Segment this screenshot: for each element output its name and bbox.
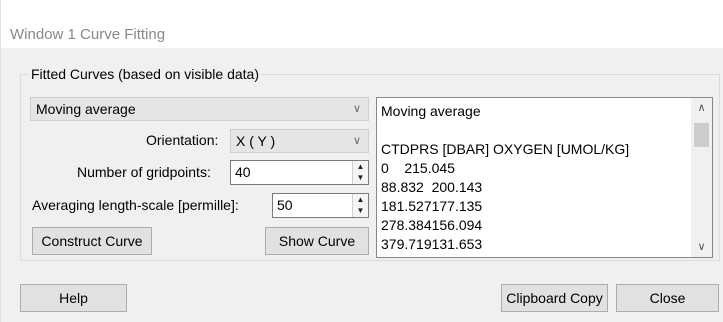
fit-output-textarea[interactable]: Moving average CTDPRS [DBAR] OXYGEN [UMO…: [376, 97, 713, 258]
spin-down-icon[interactable]: ▼: [353, 205, 368, 216]
fit-output-text: Moving average CTDPRS [DBAR] OXYGEN [UMO…: [381, 103, 630, 257]
averaging-value: 50: [277, 197, 293, 213]
window-title: Window 1 Curve Fitting: [10, 26, 166, 43]
orientation-label: Orientation:: [146, 132, 219, 148]
close-button[interactable]: Close: [616, 284, 719, 312]
gridpoints-label: Number of gridpoints:: [77, 164, 211, 180]
chevron-down-icon: ∨: [352, 103, 362, 115]
orientation-select-value: X ( Y ): [236, 133, 276, 149]
method-select-value: Moving average: [36, 101, 136, 117]
gridpoints-value: 40: [235, 164, 251, 180]
title-bar: Window 1 Curve Fitting: [1, 0, 723, 48]
spin-down-icon[interactable]: ▼: [353, 172, 368, 183]
gridpoints-spinner[interactable]: 40 ▲ ▼: [230, 160, 369, 185]
scroll-up-icon[interactable]: ∧: [691, 98, 712, 118]
averaging-spinner[interactable]: 50 ▲ ▼: [272, 193, 369, 218]
chevron-down-icon: ∨: [352, 135, 362, 147]
scroll-thumb[interactable]: [694, 123, 709, 147]
show-curve-button[interactable]: Show Curve: [265, 227, 369, 255]
group-legend: Fitted Curves (based on visible data): [29, 66, 261, 82]
spin-up-icon[interactable]: ▲: [353, 161, 368, 172]
spin-up-icon[interactable]: ▲: [353, 194, 368, 205]
clipboard-copy-button[interactable]: Clipboard Copy: [501, 284, 608, 312]
scroll-down-icon[interactable]: ∨: [691, 237, 712, 257]
orientation-select[interactable]: X ( Y ) ∨: [230, 129, 369, 153]
vertical-scrollbar[interactable]: ∧ ∨: [691, 98, 712, 257]
method-select[interactable]: Moving average ∨: [30, 97, 369, 121]
curve-fitting-window: Window 1 Curve Fitting Fitted Curves (ba…: [0, 0, 723, 322]
construct-curve-button[interactable]: Construct Curve: [32, 227, 152, 255]
spin-arrows-icon[interactable]: ▲ ▼: [352, 194, 368, 217]
help-button[interactable]: Help: [20, 284, 127, 312]
spin-arrows-icon[interactable]: ▲ ▼: [352, 161, 368, 184]
averaging-label: Averaging length-scale [permille]:: [32, 197, 239, 213]
